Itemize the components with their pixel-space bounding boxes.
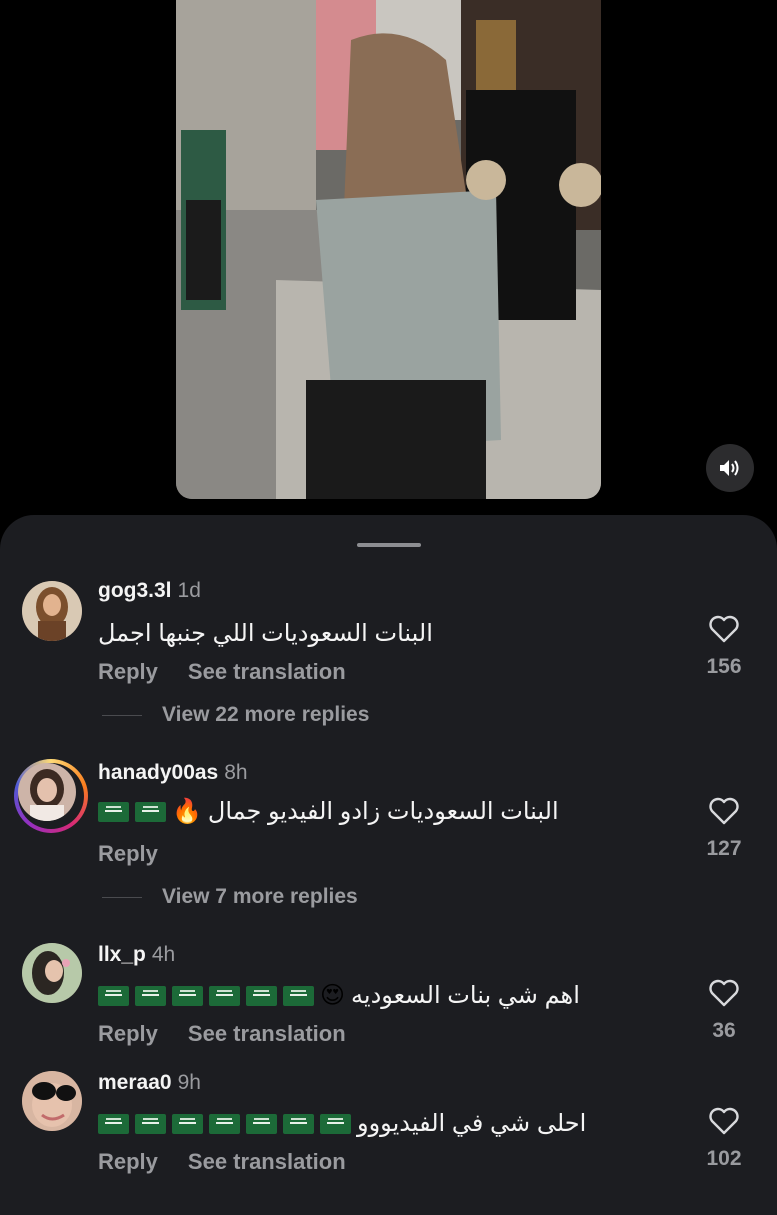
saudi-flag-icon <box>135 1113 166 1134</box>
replies-divider <box>102 896 142 898</box>
saudi-flag-icon <box>283 1113 314 1134</box>
replies-divider <box>102 714 142 716</box>
saudi-flag-icon <box>209 985 240 1006</box>
saudi-flag-icon <box>320 1113 351 1134</box>
avatar <box>18 763 76 821</box>
saudi-flag-icon <box>246 1113 277 1134</box>
comment-actions: Reply See translation <box>98 1149 346 1175</box>
saudi-flag-icon <box>172 1113 203 1134</box>
like-control: 156 <box>700 615 748 679</box>
saudi-flag-icon <box>209 1113 240 1134</box>
username[interactable]: meraa0 <box>98 1071 172 1094</box>
saudi-flag-icon <box>172 985 203 1006</box>
like-control: 36 <box>700 979 748 1043</box>
saudi-flag-icon <box>283 985 314 1006</box>
username[interactable]: llx_p <box>98 943 146 966</box>
heart-outline-icon[interactable] <box>708 797 740 825</box>
comment-time: 9h <box>177 1071 201 1094</box>
like-count: 36 <box>712 1019 736 1042</box>
see-translation-button[interactable]: See translation <box>188 1149 346 1174</box>
comment-actions: Reply <box>98 841 158 867</box>
comment-meta: gog3.3l 1d <box>98 579 201 603</box>
comment-text: اهم شي بنات السعوديه <box>351 982 580 1009</box>
avatar[interactable] <box>22 581 82 641</box>
view-more-replies[interactable]: View 22 more replies <box>102 703 369 727</box>
like-count: 102 <box>706 1147 742 1170</box>
like-count: 127 <box>706 837 742 860</box>
reply-button[interactable]: Reply <box>98 1149 158 1174</box>
reply-button[interactable]: Reply <box>98 841 158 866</box>
avatar[interactable] <box>22 1071 82 1131</box>
reply-button[interactable]: Reply <box>98 1021 158 1046</box>
saudi-flag-icon <box>135 801 166 822</box>
comment-text-row: 🔥 البنات السعوديات زادو الفيديو جمال <box>98 797 559 826</box>
comment-time: 1d <box>177 579 201 602</box>
heart-outline-icon[interactable] <box>708 979 740 1007</box>
avatar-photo <box>22 1071 82 1131</box>
video-area <box>0 0 777 515</box>
like-control: 102 <box>700 1107 748 1171</box>
comment-meta: llx_p 4h <box>98 943 175 967</box>
comment-meta: meraa0 9h <box>98 1071 201 1095</box>
see-translation-button[interactable]: See translation <box>188 659 346 684</box>
comment-text-row: 😍 اهم شي بنات السعوديه <box>98 981 580 1010</box>
heart-outline-icon[interactable] <box>708 615 740 643</box>
comment-actions: Reply See translation <box>98 659 346 685</box>
comment-text: احلى شي في الفيديووو <box>357 1110 587 1137</box>
comment-text-row: احلى شي في الفيديووو <box>98 1109 586 1138</box>
comment-time: 8h <box>224 761 248 784</box>
view-replies-label: View 7 more replies <box>162 885 358 908</box>
like-count: 156 <box>706 655 742 678</box>
username[interactable]: gog3.3l <box>98 579 172 602</box>
video-frame-scene <box>176 0 601 499</box>
comment-text: البنات السعوديات زادو الفيديو جمال <box>207 798 559 825</box>
avatar-photo <box>18 763 76 821</box>
avatar-photo <box>22 581 82 641</box>
comment-text: البنات السعوديات اللي جنبها اجمل <box>98 620 433 647</box>
heart-outline-icon[interactable] <box>708 1107 740 1135</box>
saudi-flag-icon <box>98 985 129 1006</box>
sheet-grabber[interactable] <box>357 543 421 547</box>
mute-button[interactable] <box>706 444 754 492</box>
fire-emoji: 🔥 <box>172 797 202 825</box>
video-player[interactable] <box>176 0 601 499</box>
view-replies-label: View 22 more replies <box>162 703 370 726</box>
username[interactable]: hanady00as <box>98 761 218 784</box>
saudi-flag-icon <box>98 1113 129 1134</box>
saudi-flag-icon <box>135 985 166 1006</box>
reply-button[interactable]: Reply <box>98 659 158 684</box>
comment-actions: Reply See translation <box>98 1021 346 1047</box>
like-control: 127 <box>700 797 748 861</box>
saudi-flag-icon <box>98 801 129 822</box>
avatar-story-ring[interactable] <box>14 759 88 833</box>
avatar-photo <box>22 943 82 1003</box>
view-more-replies[interactable]: View 7 more replies <box>102 885 358 909</box>
avatar[interactable] <box>22 943 82 1003</box>
saudi-flag-icon <box>246 985 277 1006</box>
speaker-icon <box>720 460 739 476</box>
comments-sheet: gog3.3l 1d البنات السعوديات اللي جنبها اج… <box>0 515 777 1215</box>
comment-meta: hanady00as 8h <box>98 761 248 785</box>
see-translation-button[interactable]: See translation <box>188 1021 346 1046</box>
comment-time: 4h <box>151 943 176 966</box>
heart-eyes-emoji: 😍 <box>320 981 346 1009</box>
